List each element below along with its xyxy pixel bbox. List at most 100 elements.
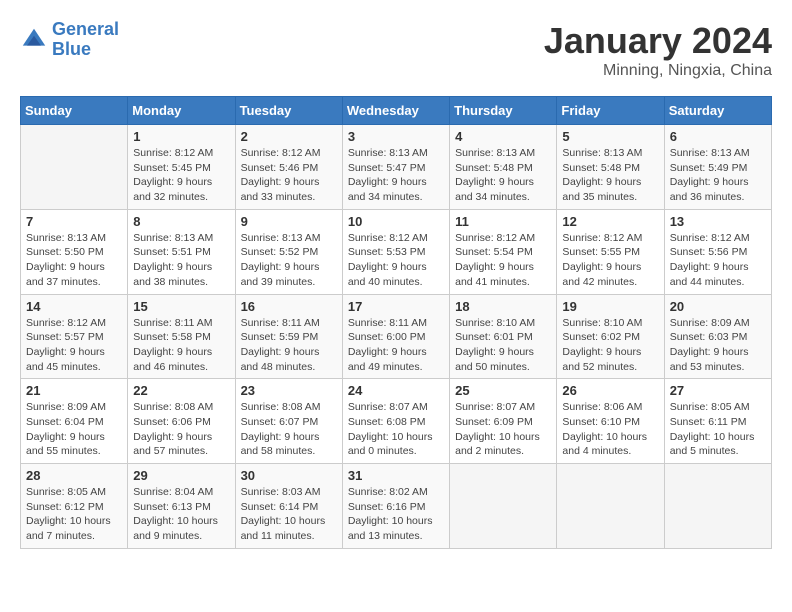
day-info: Sunrise: 8:11 AM Sunset: 5:59 PM Dayligh… bbox=[241, 316, 337, 375]
calendar-cell bbox=[450, 464, 557, 549]
title-block: January 2024 Minning, Ningxia, China bbox=[544, 20, 772, 80]
calendar-cell: 18 Sunrise: 8:10 AM Sunset: 6:01 PM Dayli… bbox=[450, 294, 557, 379]
weekday-header: Friday bbox=[557, 97, 664, 125]
day-number: 20 bbox=[670, 299, 766, 314]
calendar-cell: 28 Sunrise: 8:05 AM Sunset: 6:12 PM Dayli… bbox=[21, 464, 128, 549]
calendar-cell bbox=[21, 125, 128, 210]
day-info: Sunrise: 8:12 AM Sunset: 5:53 PM Dayligh… bbox=[348, 231, 444, 290]
calendar-week-row: 1 Sunrise: 8:12 AM Sunset: 5:45 PM Daylig… bbox=[21, 125, 772, 210]
day-info: Sunrise: 8:03 AM Sunset: 6:14 PM Dayligh… bbox=[241, 485, 337, 544]
calendar-cell: 7Sunrise: 8:13 AM Sunset: 5:50 PM Daylig… bbox=[21, 209, 128, 294]
day-number: 2 bbox=[241, 129, 337, 144]
calendar-cell: 30 Sunrise: 8:03 AM Sunset: 6:14 PM Dayli… bbox=[235, 464, 342, 549]
day-number: 28 bbox=[26, 468, 122, 483]
day-info: Sunrise: 8:08 AM Sunset: 6:07 PM Dayligh… bbox=[241, 400, 337, 459]
day-info: Sunrise: 8:11 AM Sunset: 6:00 PM Dayligh… bbox=[348, 316, 444, 375]
calendar-cell: 5 Sunrise: 8:13 AM Sunset: 5:48 PM Daylig… bbox=[557, 125, 664, 210]
calendar-cell: 13Sunrise: 8:12 AM Sunset: 5:56 PM Dayli… bbox=[664, 209, 771, 294]
day-info: Sunrise: 8:10 AM Sunset: 6:01 PM Dayligh… bbox=[455, 316, 551, 375]
logo-text: General Blue bbox=[52, 20, 119, 60]
day-info: Sunrise: 8:11 AM Sunset: 5:58 PM Dayligh… bbox=[133, 316, 229, 375]
weekday-header-row: SundayMondayTuesdayWednesdayThursdayFrid… bbox=[21, 97, 772, 125]
calendar-cell: 12 Sunrise: 8:12 AM Sunset: 5:55 PM Dayli… bbox=[557, 209, 664, 294]
calendar-cell: 29 Sunrise: 8:04 AM Sunset: 6:13 PM Dayli… bbox=[128, 464, 235, 549]
calendar-cell: 11Sunrise: 8:12 AM Sunset: 5:54 PM Dayli… bbox=[450, 209, 557, 294]
day-number: 23 bbox=[241, 383, 337, 398]
day-number: 22 bbox=[133, 383, 229, 398]
day-number: 30 bbox=[241, 468, 337, 483]
calendar-cell: 25 Sunrise: 8:07 AM Sunset: 6:09 PM Dayli… bbox=[450, 379, 557, 464]
day-number: 7 bbox=[26, 214, 122, 229]
calendar-cell: 19Sunrise: 8:10 AM Sunset: 6:02 PM Dayli… bbox=[557, 294, 664, 379]
day-number: 31 bbox=[348, 468, 444, 483]
logo: General Blue bbox=[20, 20, 119, 60]
day-info: Sunrise: 8:09 AM Sunset: 6:04 PM Dayligh… bbox=[26, 400, 122, 459]
calendar-week-row: 14Sunrise: 8:12 AM Sunset: 5:57 PM Dayli… bbox=[21, 294, 772, 379]
day-info: Sunrise: 8:13 AM Sunset: 5:48 PM Dayligh… bbox=[562, 146, 658, 205]
day-info: Sunrise: 8:04 AM Sunset: 6:13 PM Dayligh… bbox=[133, 485, 229, 544]
calendar-cell: 24Sunrise: 8:07 AM Sunset: 6:08 PM Dayli… bbox=[342, 379, 449, 464]
day-info: Sunrise: 8:07 AM Sunset: 6:09 PM Dayligh… bbox=[455, 400, 551, 459]
day-number: 11 bbox=[455, 214, 551, 229]
calendar-cell bbox=[557, 464, 664, 549]
day-number: 17 bbox=[348, 299, 444, 314]
day-info: Sunrise: 8:12 AM Sunset: 5:56 PM Dayligh… bbox=[670, 231, 766, 290]
calendar-cell: 22Sunrise: 8:08 AM Sunset: 6:06 PM Dayli… bbox=[128, 379, 235, 464]
logo-line1: General bbox=[52, 19, 119, 39]
calendar-cell: 9Sunrise: 8:13 AM Sunset: 5:52 PM Daylig… bbox=[235, 209, 342, 294]
day-number: 16 bbox=[241, 299, 337, 314]
day-info: Sunrise: 8:05 AM Sunset: 6:12 PM Dayligh… bbox=[26, 485, 122, 544]
day-info: Sunrise: 8:05 AM Sunset: 6:11 PM Dayligh… bbox=[670, 400, 766, 459]
day-info: Sunrise: 8:12 AM Sunset: 5:55 PM Dayligh… bbox=[562, 231, 658, 290]
calendar-cell: 3Sunrise: 8:13 AM Sunset: 5:47 PM Daylig… bbox=[342, 125, 449, 210]
calendar-cell: 14Sunrise: 8:12 AM Sunset: 5:57 PM Dayli… bbox=[21, 294, 128, 379]
day-number: 15 bbox=[133, 299, 229, 314]
day-info: Sunrise: 8:06 AM Sunset: 6:10 PM Dayligh… bbox=[562, 400, 658, 459]
calendar-table: SundayMondayTuesdayWednesdayThursdayFrid… bbox=[20, 96, 772, 549]
day-number: 1 bbox=[133, 129, 229, 144]
day-number: 24 bbox=[348, 383, 444, 398]
calendar-cell: 21 Sunrise: 8:09 AM Sunset: 6:04 PM Dayli… bbox=[21, 379, 128, 464]
calendar-cell: 27Sunrise: 8:05 AM Sunset: 6:11 PM Dayli… bbox=[664, 379, 771, 464]
day-number: 4 bbox=[455, 129, 551, 144]
day-info: Sunrise: 8:12 AM Sunset: 5:45 PM Dayligh… bbox=[133, 146, 229, 205]
day-info: Sunrise: 8:02 AM Sunset: 6:16 PM Dayligh… bbox=[348, 485, 444, 544]
calendar-subtitle: Minning, Ningxia, China bbox=[544, 62, 772, 80]
day-number: 8 bbox=[133, 214, 229, 229]
day-number: 6 bbox=[670, 129, 766, 144]
calendar-title: January 2024 bbox=[544, 20, 772, 62]
calendar-cell: 8 Sunrise: 8:13 AM Sunset: 5:51 PM Daylig… bbox=[128, 209, 235, 294]
day-number: 5 bbox=[562, 129, 658, 144]
calendar-cell: 31 Sunrise: 8:02 AM Sunset: 6:16 PM Dayli… bbox=[342, 464, 449, 549]
calendar-cell: 20 Sunrise: 8:09 AM Sunset: 6:03 PM Dayli… bbox=[664, 294, 771, 379]
header: General Blue January 2024 Minning, Ningx… bbox=[20, 20, 772, 80]
weekday-header: Monday bbox=[128, 97, 235, 125]
day-info: Sunrise: 8:10 AM Sunset: 6:02 PM Dayligh… bbox=[562, 316, 658, 375]
day-info: Sunrise: 8:13 AM Sunset: 5:48 PM Dayligh… bbox=[455, 146, 551, 205]
calendar-week-row: 28 Sunrise: 8:05 AM Sunset: 6:12 PM Dayli… bbox=[21, 464, 772, 549]
day-number: 10 bbox=[348, 214, 444, 229]
calendar-cell: 23 Sunrise: 8:08 AM Sunset: 6:07 PM Dayli… bbox=[235, 379, 342, 464]
day-number: 25 bbox=[455, 383, 551, 398]
calendar-cell: 15 Sunrise: 8:11 AM Sunset: 5:58 PM Dayli… bbox=[128, 294, 235, 379]
weekday-header: Tuesday bbox=[235, 97, 342, 125]
calendar-cell: 4 Sunrise: 8:13 AM Sunset: 5:48 PM Daylig… bbox=[450, 125, 557, 210]
day-number: 26 bbox=[562, 383, 658, 398]
day-info: Sunrise: 8:13 AM Sunset: 5:51 PM Dayligh… bbox=[133, 231, 229, 290]
calendar-cell: 1 Sunrise: 8:12 AM Sunset: 5:45 PM Daylig… bbox=[128, 125, 235, 210]
weekday-header: Thursday bbox=[450, 97, 557, 125]
day-number: 29 bbox=[133, 468, 229, 483]
calendar-cell: 6 Sunrise: 8:13 AM Sunset: 5:49 PM Daylig… bbox=[664, 125, 771, 210]
day-number: 14 bbox=[26, 299, 122, 314]
day-number: 21 bbox=[26, 383, 122, 398]
day-number: 18 bbox=[455, 299, 551, 314]
calendar-week-row: 21 Sunrise: 8:09 AM Sunset: 6:04 PM Dayli… bbox=[21, 379, 772, 464]
day-number: 3 bbox=[348, 129, 444, 144]
day-info: Sunrise: 8:12 AM Sunset: 5:46 PM Dayligh… bbox=[241, 146, 337, 205]
day-info: Sunrise: 8:13 AM Sunset: 5:49 PM Dayligh… bbox=[670, 146, 766, 205]
day-info: Sunrise: 8:09 AM Sunset: 6:03 PM Dayligh… bbox=[670, 316, 766, 375]
weekday-header: Saturday bbox=[664, 97, 771, 125]
weekday-header: Sunday bbox=[21, 97, 128, 125]
day-number: 12 bbox=[562, 214, 658, 229]
calendar-cell: 10 Sunrise: 8:12 AM Sunset: 5:53 PM Dayli… bbox=[342, 209, 449, 294]
